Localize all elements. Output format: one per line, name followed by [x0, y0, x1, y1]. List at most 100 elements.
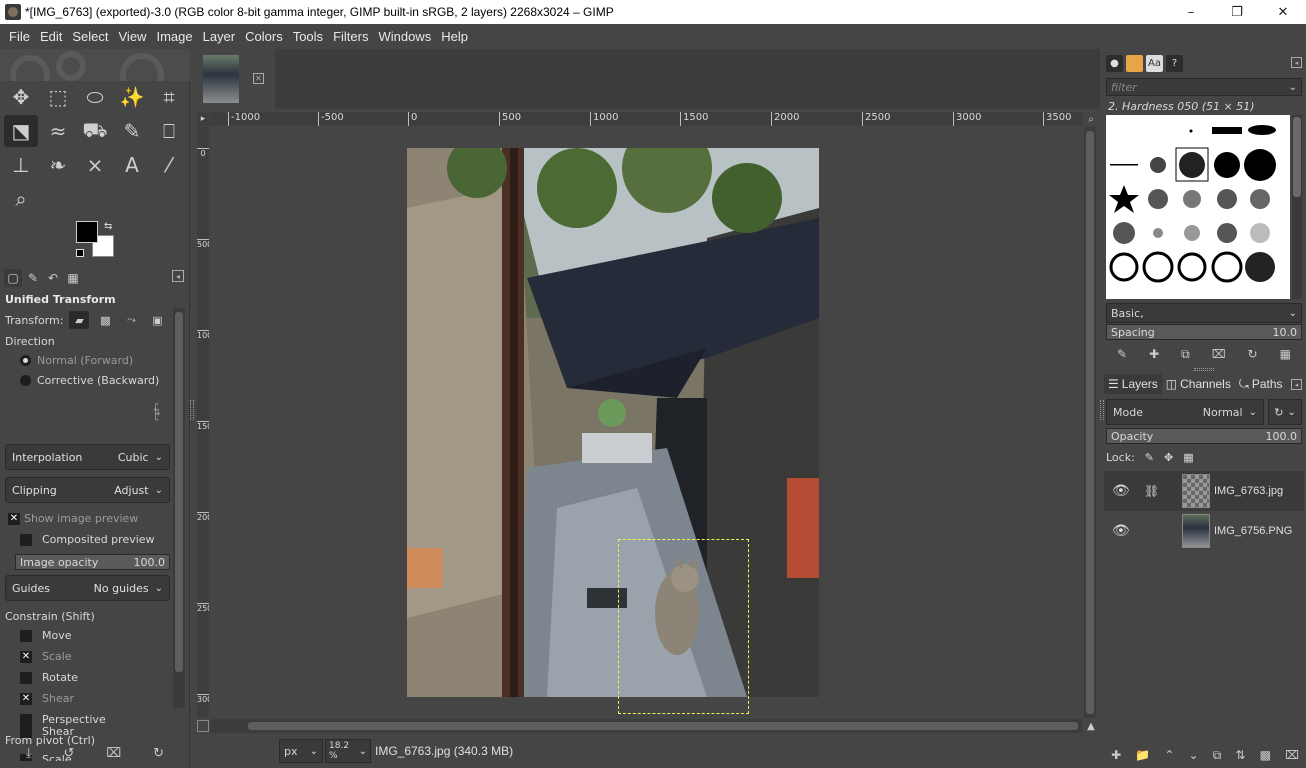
new-layer-icon[interactable]: ✚: [1111, 748, 1121, 762]
new-layer-group-icon[interactable]: 📁: [1135, 748, 1150, 762]
interpolation-combo[interactable]: Interpolation Cubic ⌄: [5, 444, 170, 470]
paths-tool-icon[interactable]: ⨯: [78, 149, 112, 181]
vertical-scrollbar[interactable]: [1084, 127, 1096, 718]
tab-channels[interactable]: ◫ Channels: [1162, 374, 1235, 394]
quick-mask-toggle[interactable]: [197, 720, 209, 732]
constrain-shear-checkbox[interactable]: ✕ Shear: [20, 692, 74, 705]
warp-transform-tool-icon[interactable]: ≈: [41, 115, 75, 147]
raise-layer-icon[interactable]: ⌃: [1164, 748, 1174, 762]
eraser-tool-icon[interactable]: ⎕: [152, 115, 186, 147]
unit-select[interactable]: px ⌄: [279, 739, 323, 763]
tab-layers[interactable]: ☰ Layers: [1104, 374, 1162, 394]
tool-options-scrollbar[interactable]: [173, 308, 185, 708]
menu-view[interactable]: View: [114, 29, 152, 44]
zoom-fit-icon[interactable]: ⌕: [1084, 112, 1098, 126]
save-options-icon[interactable]: ⤓: [26, 746, 32, 761]
visibility-eye-icon[interactable]: 👁: [1112, 483, 1130, 499]
pivot-shear-checkbox[interactable]: Shear: [20, 725, 74, 738]
horizontal-ruler[interactable]: -1000 -500 0 500 1000 1500 2000 2500 300…: [210, 112, 1082, 126]
menu-windows[interactable]: Windows: [373, 29, 436, 44]
brush-filter-input[interactable]: filter ⌄: [1106, 78, 1302, 96]
dock-menu-icon[interactable]: ◂: [172, 270, 184, 282]
constrain-move-checkbox[interactable]: Move: [20, 629, 72, 642]
image-tab[interactable]: ✕: [195, 49, 275, 109]
layer-name[interactable]: IMG_6756.PNG: [1214, 525, 1292, 537]
unified-transform-tool-icon[interactable]: ⬔: [4, 115, 38, 147]
clone-tool-icon[interactable]: ⊥: [4, 149, 38, 181]
close-button[interactable]: ✕: [1260, 0, 1306, 24]
text-tool-icon[interactable]: A: [115, 149, 149, 181]
menu-file[interactable]: File: [4, 29, 35, 44]
device-status-tab-icon[interactable]: ✎: [24, 269, 42, 287]
scrollbar-thumb[interactable]: [1086, 131, 1094, 714]
foreground-color-swatch[interactable]: [76, 221, 98, 243]
scrollbar-thumb[interactable]: [248, 722, 1078, 730]
layer-mode-combo[interactable]: Mode Normal ⌄: [1106, 399, 1264, 425]
transform-path-icon[interactable]: ⤳: [121, 311, 141, 329]
menu-help[interactable]: Help: [436, 29, 473, 44]
menu-image[interactable]: Image: [151, 29, 197, 44]
restore-options-icon[interactable]: ↺: [64, 746, 75, 761]
delete-brush-icon[interactable]: ⌧: [1212, 347, 1226, 361]
crop-tool-icon[interactable]: ⌗: [152, 81, 186, 113]
image-canvas[interactable]: [210, 127, 1082, 718]
direction-corrective-radio[interactable]: Corrective (Backward): [20, 374, 159, 387]
transform-layer-icon[interactable]: ▰: [69, 311, 90, 329]
maximize-button[interactable]: ❐: [1214, 0, 1260, 24]
dock-menu-icon[interactable]: ◂: [1291, 57, 1302, 68]
delete-options-icon[interactable]: ⌧: [106, 746, 121, 761]
menu-select[interactable]: Select: [67, 29, 113, 44]
new-brush-icon[interactable]: ✚: [1149, 347, 1159, 361]
transform-selection-icon[interactable]: ▩: [95, 311, 115, 329]
delete-layer-icon[interactable]: ⌧: [1285, 748, 1299, 762]
ruler-corner-menu-icon[interactable]: ▸: [197, 112, 209, 126]
direction-chain-icon[interactable]: ┌ ⇅ └: [153, 401, 161, 426]
clipping-combo[interactable]: Clipping Adjust ⌄: [5, 477, 170, 503]
zoom-tool-icon[interactable]: ⌕: [4, 183, 38, 215]
layer-row[interactable]: 👁 IMG_6756.PNG: [1104, 511, 1304, 551]
open-brush-icon[interactable]: ▦: [1280, 347, 1291, 361]
visibility-eye-icon[interactable]: 👁: [1112, 523, 1130, 539]
navigate-icon[interactable]: ▲: [1084, 719, 1098, 733]
vertical-ruler[interactable]: 0 500 1000 1500 2000 2500 3000: [197, 127, 209, 718]
mask-layer-icon[interactable]: ▩: [1260, 748, 1271, 762]
lock-position-icon[interactable]: ✥: [1164, 451, 1173, 464]
menu-edit[interactable]: Edit: [35, 29, 67, 44]
layer-row[interactable]: 👁 ⛓ IMG_6763.jpg: [1104, 471, 1304, 511]
swap-colors-icon[interactable]: ⇆: [104, 221, 112, 232]
direction-normal-radio[interactable]: Normal (Forward): [20, 354, 133, 367]
lower-layer-icon[interactable]: ⌄: [1189, 748, 1199, 762]
help-tab-icon[interactable]: ?: [1166, 54, 1183, 72]
constrain-rotate-checkbox[interactable]: Rotate: [20, 671, 78, 684]
chain-link-icon[interactable]: ⛓: [1144, 484, 1159, 498]
refresh-brushes-icon[interactable]: ↻: [1248, 347, 1258, 361]
paintbrush-tool-icon[interactable]: ✎: [115, 115, 149, 147]
close-icon[interactable]: ✕: [253, 73, 264, 84]
duplicate-brush-icon[interactable]: ⧉: [1181, 347, 1190, 362]
menu-tools[interactable]: Tools: [288, 29, 328, 44]
smudge-tool-icon[interactable]: ❧: [41, 149, 75, 181]
fuzzy-select-tool-icon[interactable]: ✨: [115, 81, 149, 113]
composited-preview-checkbox[interactable]: Composited preview: [20, 533, 155, 546]
edit-brush-icon[interactable]: ✎: [1117, 347, 1127, 361]
merge-layer-icon[interactable]: ⇅: [1235, 748, 1245, 762]
dock-separator[interactable]: [1194, 368, 1214, 371]
menu-colors[interactable]: Colors: [240, 29, 288, 44]
image-opacity-slider[interactable]: Image opacity 100.0: [15, 554, 170, 570]
guides-combo[interactable]: Guides No guides ⌄: [5, 575, 170, 601]
color-picker-tool-icon[interactable]: ⁄: [152, 149, 186, 181]
layer-opacity-slider[interactable]: Opacity 100.0: [1106, 428, 1302, 444]
zoom-select[interactable]: 18.2 % ⌄: [325, 739, 371, 763]
brush-tag-combo[interactable]: Basic, ⌄: [1106, 303, 1302, 323]
undo-history-tab-icon[interactable]: ↶: [44, 269, 62, 287]
fonts-tab-icon[interactable]: Aa: [1146, 54, 1163, 72]
brush-spacing-slider[interactable]: Spacing 10.0: [1106, 324, 1302, 340]
lock-pixels-icon[interactable]: ✎: [1145, 451, 1154, 464]
menu-filters[interactable]: Filters: [328, 29, 373, 44]
dock-menu-icon[interactable]: ◂: [1291, 379, 1302, 390]
images-tab-icon[interactable]: ▦: [64, 269, 82, 287]
tool-options-tab-icon[interactable]: ▢: [4, 269, 22, 287]
brushes-tab-icon[interactable]: ●: [1106, 54, 1123, 72]
scrollbar-thumb[interactable]: [175, 312, 183, 672]
transform-selection-bounds[interactable]: [618, 539, 749, 714]
